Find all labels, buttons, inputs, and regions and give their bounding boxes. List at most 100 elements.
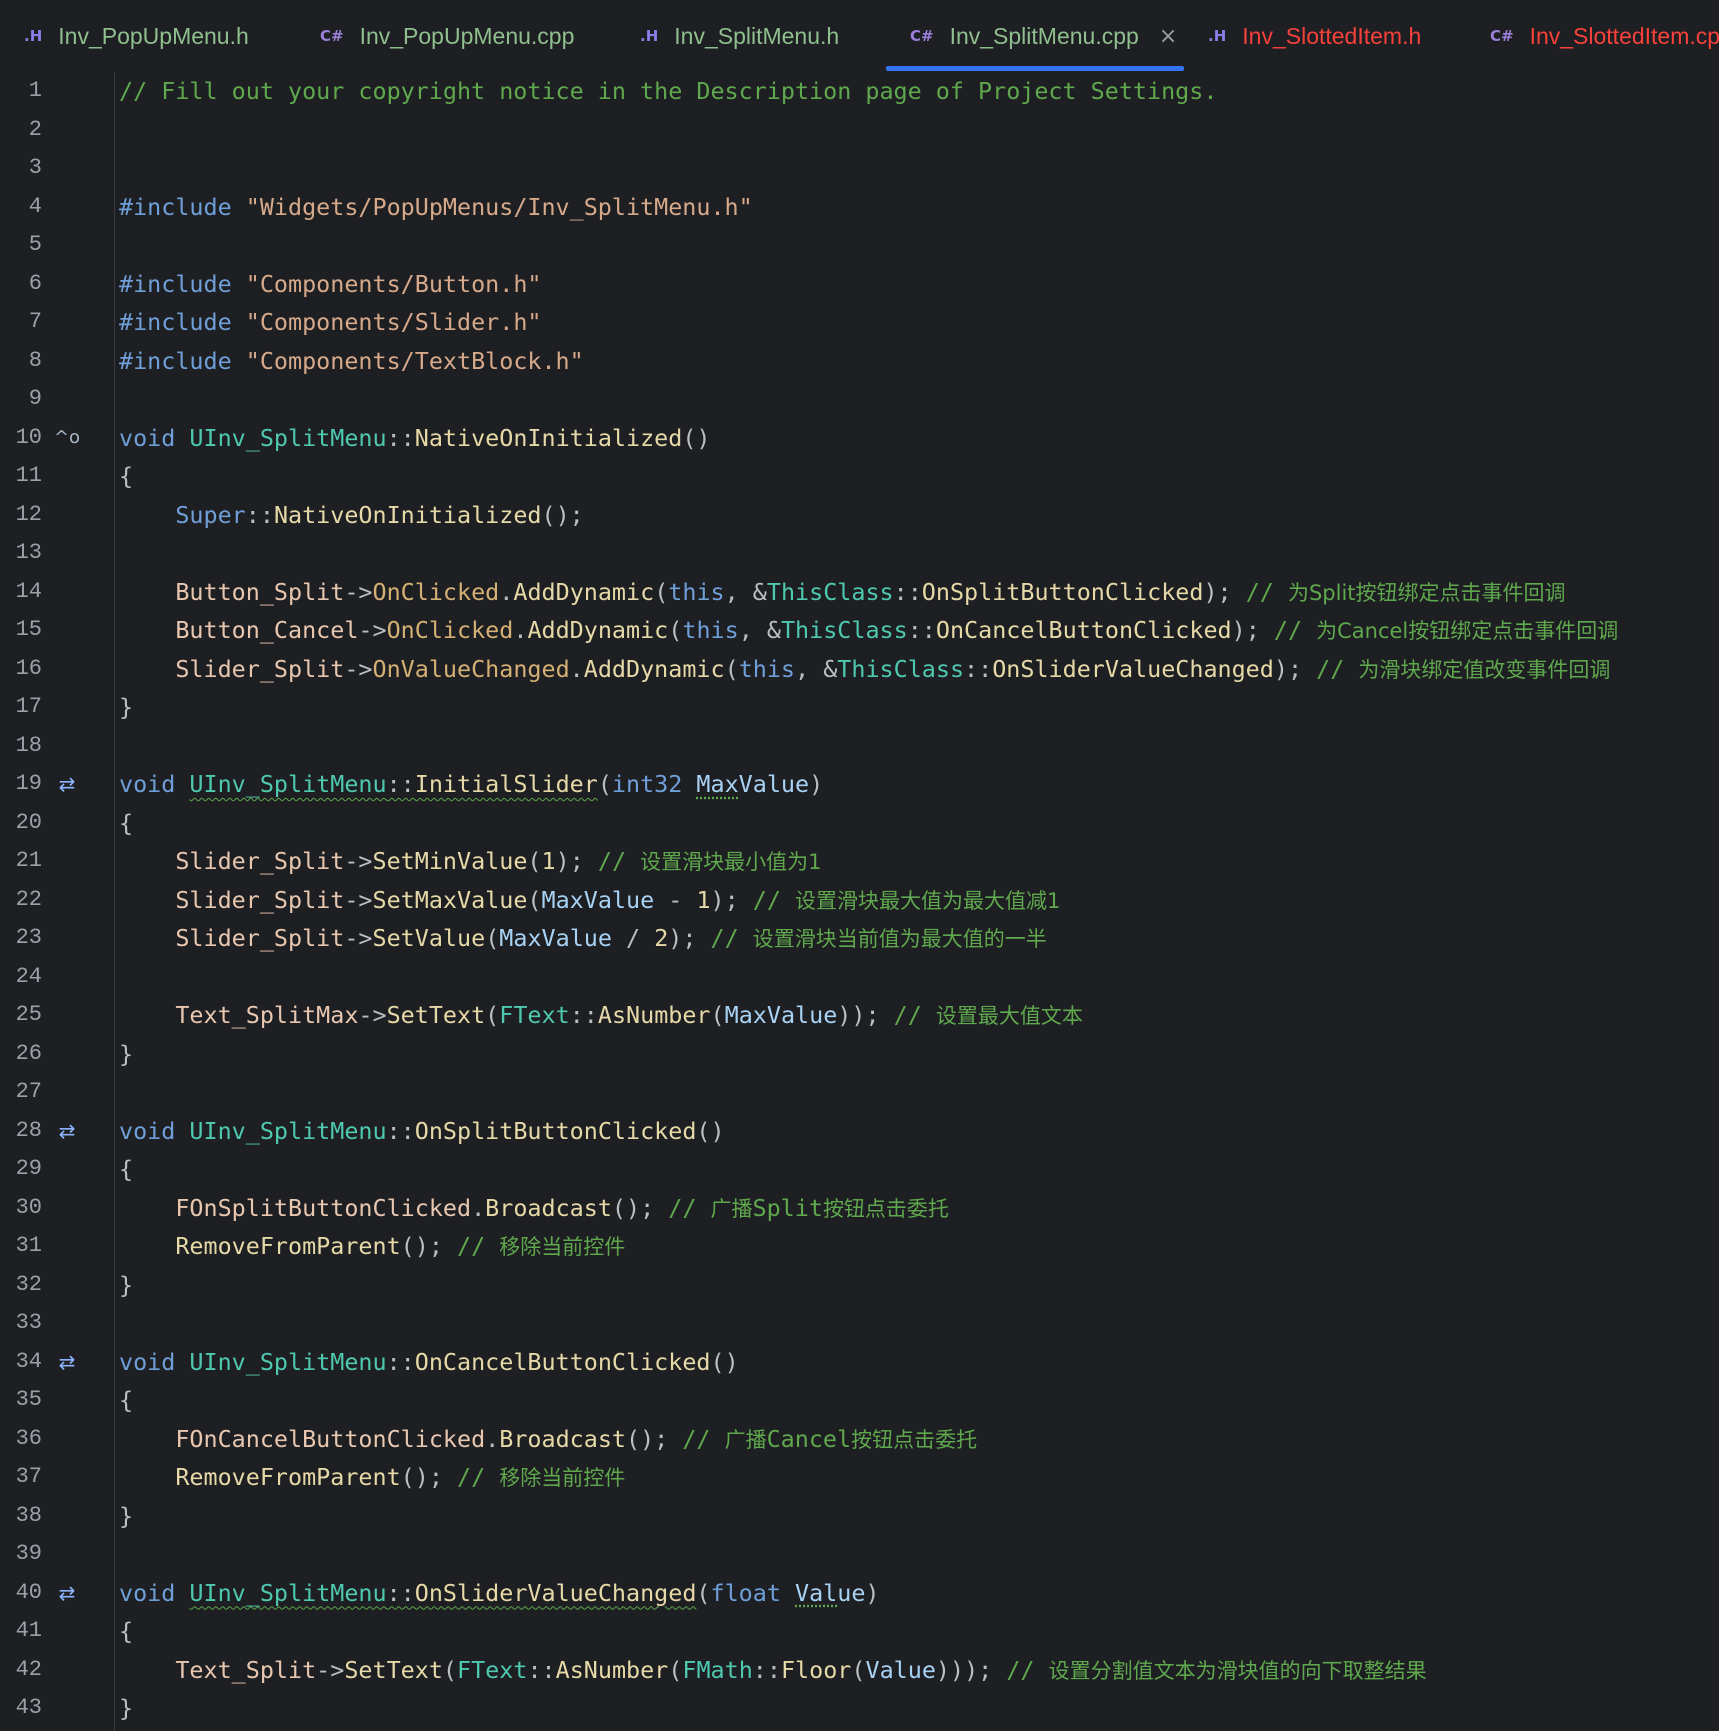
code-line[interactable]: 9 [0,380,1719,419]
code-line[interactable]: 5 [0,226,1719,265]
tab-inv-splitmenu-cpp[interactable]: C# Inv_SplitMenu.cpp × [910,0,1177,72]
code-token: Slider_Split [175,847,345,875]
code-line[interactable]: 7 #include "Components/Slider.h" [0,303,1719,342]
code-line[interactable]: 19 ⇄ void UInv_SplitMenu::InitialSlider(in… [0,765,1719,804]
line-number: 12 [15,501,42,527]
code-line[interactable]: 24 [0,958,1719,997]
code-line[interactable]: 27 [0,1073,1719,1112]
code-line[interactable]: 38} [0,1497,1719,1536]
code-line[interactable]: 10 ^o void UInv_SplitMenu::NativeOnInitial… [0,419,1719,458]
code-line[interactable]: 28 ⇄ void UInv_SplitMenu::OnSplitButtonCli… [0,1112,1719,1151]
code-line[interactable]: 39 [0,1535,1719,1574]
code-line[interactable]: 41 { [0,1612,1719,1651]
code-line[interactable]: 2 [0,111,1719,150]
implementation-switch-icon[interactable]: ⇄ [54,765,80,804]
line-number: 28 [15,1117,42,1143]
code-line[interactable]: 3 [0,149,1719,188]
code-token: void [119,1578,190,1607]
code-line[interactable]: 14 Button_Split->OnClicked.AddDynamic(th… [0,573,1719,612]
code-token: // Fill out your copyright notice in the… [119,77,1218,105]
code-text: { [119,1612,133,1651]
code-token: OnSplitButtonClicked [921,577,1204,606]
code-token: #include [119,308,246,336]
code-line[interactable]: 20 { [0,804,1719,843]
code-token: (); [400,1463,458,1491]
code-line[interactable]: 23 Slider_Split->SetValue(MaxValue / 2);… [0,919,1719,958]
implementation-switch-icon[interactable]: ⇄ [54,1574,80,1613]
code-line[interactable]: 18 [0,727,1719,766]
code-line[interactable]: 12 Super::NativeOnInitialized(); [0,496,1719,535]
code-token: ThisClass [837,654,965,683]
code-line[interactable]: 31 RemoveFromParent(); // 移除当前控件 [0,1227,1719,1266]
code-token: ( [527,885,542,914]
override-icon[interactable]: ^o [54,419,80,458]
tab-inv-popupmenu-h[interactable]: .H Inv_PopUpMenu.h [24,0,249,72]
code-line[interactable]: 1 // Fill out your copyright notice in th… [0,72,1719,111]
code-token: MaxValue [499,924,612,952]
code-token: , & [738,616,781,644]
code-line[interactable]: 11 { [0,457,1719,496]
code-line[interactable]: 26} [0,1035,1719,1074]
code-line[interactable]: 32} [0,1266,1719,1305]
code-line[interactable]: 30 FOnSplitButtonClicked.Broadcast(); //… [0,1189,1719,1228]
code-editor[interactable]: 1 // Fill out your copyright notice in th… [0,72,1719,1731]
implementation-switch-icon[interactable]: ⇄ [54,1112,80,1151]
code-line[interactable]: 17} [0,688,1719,727]
code-token: SetValue [372,924,486,952]
code-token: ) [865,1578,880,1607]
code-token: :: [386,770,415,798]
code-line[interactable]: 16 Slider_Split->OnValueChanged.AddDynam… [0,650,1719,689]
line-number: 43 [15,1695,42,1720]
cpp-file-icon: C# [910,27,934,45]
code-text: #include "Components/TextBlock.h" [119,342,584,381]
code-line[interactable]: 22 Slider_Split->SetMaxValue(MaxValue - … [0,881,1719,920]
code-line[interactable]: 37 RemoveFromParent(); // 移除当前控件 [0,1458,1719,1497]
code-line[interactable]: 25 Text_SplitMax->SetText(FText::AsNumbe… [0,996,1719,1035]
code-line[interactable]: 43} [0,1689,1719,1728]
code-line[interactable]: 15 Button_Cancel->OnClicked.AddDynamic(t… [0,611,1719,650]
code-text: void UInv_SplitMenu::OnCancelButtonClick… [119,1343,739,1382]
tab-inv-popupmenu-cpp[interactable]: C# Inv_PopUpMenu.cpp [320,0,574,72]
line-number: 27 [15,1079,42,1104]
tab-inv-slotteditem-h[interactable]: .H Inv_SlottedItem.h [1208,0,1421,72]
code-line[interactable]: 4 #include "Widgets/PopUpMenus/Inv_SplitM… [0,188,1719,227]
code-line[interactable]: 13 [0,534,1719,573]
code-line[interactable]: 21 Slider_Split->SetMinValue(1); // 设置滑块… [0,842,1719,881]
code-token: float [710,1578,795,1607]
code-token: :: [386,423,415,452]
code-text: FOnCancelButtonClicked.Broadcast(); // 广… [119,1420,977,1460]
close-tab-icon[interactable]: × [1159,24,1177,49]
header-file-icon: .H [640,27,659,45]
tab-inv-splitmenu-h[interactable]: .H Inv_SplitMenu.h [640,0,839,72]
code-line[interactable]: 40 ⇄ void UInv_SplitMenu::OnSliderValueCha… [0,1574,1719,1613]
implementation-switch-icon[interactable]: ⇄ [54,1343,80,1382]
tab-inv-slotteditem-cpp[interactable]: C# Inv_SlottedItem.cpp [1490,0,1719,72]
tab-label: Inv_PopUpMenu.h [58,22,249,49]
code-line[interactable]: 42 Text_Split->SetText(FText::AsNumber(F… [0,1651,1719,1690]
code-token: ( [485,1001,500,1029]
code-token: :: [893,577,922,606]
code-line[interactable]: 8 #include "Components/TextBlock.h" [0,342,1719,381]
code-line[interactable]: 6 #include "Components/Button.h" [0,265,1719,304]
code-line[interactable]: 35 { [0,1381,1719,1420]
code-token: Val [795,1578,838,1607]
code-line[interactable]: 29 { [0,1150,1719,1189]
code-line[interactable]: 34 ⇄ void UInv_SplitMenu::OnCancelButtonCl… [0,1343,1719,1382]
code-text: Text_SplitMax->SetText(FText::AsNumber(M… [119,996,1083,1036]
code-token: Slider_Split [175,924,345,952]
code-line[interactable]: 33 [0,1304,1719,1343]
line-number: 35 [15,1387,42,1412]
code-token: FText [457,1655,528,1684]
code-text: RemoveFromParent(); // 移除当前控件 [119,1458,625,1498]
code-token: FOnCancelButtonClicked [175,1424,486,1453]
code-token: Button_Split [175,577,345,606]
line-number: 17 [15,694,42,719]
code-token: :: [752,1655,781,1684]
code-token: . [569,654,584,683]
line-number: 32 [15,1271,42,1297]
code-token: FText [499,1001,570,1029]
code-text: void UInv_SplitMenu::OnSplitButtonClicke… [119,1112,725,1151]
code-line[interactable]: 36 FOnCancelButtonClicked.Broadcast(); /… [0,1420,1719,1459]
